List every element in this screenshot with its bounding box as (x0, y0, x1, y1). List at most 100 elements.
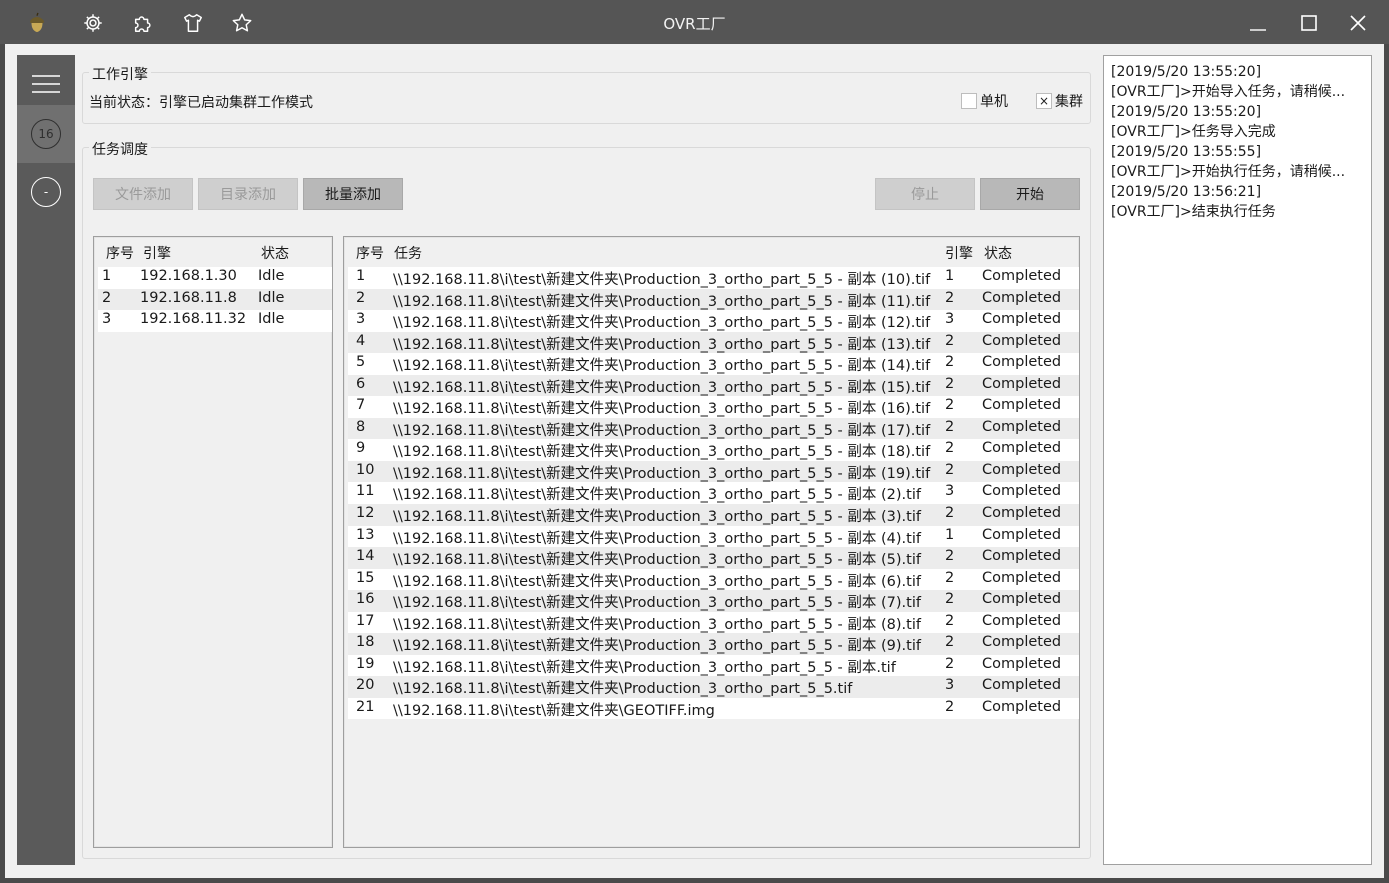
table-row[interactable]: 6 \\192.168.11.8\i\test\新建文件夹\Production_… (348, 374, 1079, 397)
row-engine: 2 (945, 332, 955, 349)
row-index: 7 (356, 397, 366, 414)
table-row[interactable]: 11 \\192.168.11.8\i\test\新建文件夹\Production… (348, 482, 1079, 505)
row-task-path: \\192.168.11.8\i\test\新建文件夹\Production_3… (393, 315, 931, 332)
row-engine-ip: 192.168.11.8 (140, 289, 237, 306)
row-status: Idle (258, 289, 285, 306)
title-bar: OVR工厂 (0, 0, 1389, 44)
col-header-index[interactable]: 序号 (356, 243, 384, 263)
table-row[interactable]: 19 \\192.168.11.8\i\test\新建文件夹\Production… (348, 654, 1079, 677)
table-row[interactable]: 3 \\192.168.11.8\i\test\新建文件夹\Production_… (348, 310, 1079, 332)
table-row[interactable]: 4 \\192.168.11.8\i\test\新建文件夹\Production_… (348, 331, 1079, 354)
col-header-task[interactable]: 任务 (394, 243, 422, 263)
sidebar-item-16[interactable]: 16 (17, 105, 75, 163)
col-header-index[interactable]: 序号 (106, 243, 134, 263)
row-index: 12 (356, 505, 375, 522)
table-row[interactable]: 1 192.168.1.30 Idle (98, 267, 332, 289)
file-add-button[interactable]: 文件添加 (93, 178, 193, 210)
col-header-engine[interactable]: 引擎 (945, 243, 973, 263)
stop-button[interactable]: 停止 (875, 178, 975, 210)
log-line: [OVR工厂]>开始导入任务，请稍候... (1111, 84, 1346, 100)
table-row[interactable]: 7 \\192.168.11.8\i\test\新建文件夹\Production_… (348, 396, 1079, 418)
row-engine: 2 (945, 612, 955, 629)
scheduler-group-title: 任务调度 (89, 139, 151, 159)
row-status: Completed (982, 311, 1062, 328)
row-engine: 2 (945, 461, 955, 478)
row-status: Idle (258, 268, 285, 284)
tasks-table-header: 序号 任务 引擎 状态 (344, 237, 1079, 267)
engines-table[interactable]: 序号 引擎 状态 1 192.168.1.30 Idle 2 192.168.11.8 I… (93, 236, 333, 848)
batch-add-button[interactable]: 批量添加 (303, 178, 403, 210)
single-checkbox-label: 单机 (980, 94, 1008, 110)
col-header-status[interactable]: 状态 (984, 243, 1012, 263)
table-row[interactable]: 12 \\192.168.11.8\i\test\新建文件夹\Production… (348, 504, 1079, 526)
table-row[interactable]: 2 \\192.168.11.8\i\test\新建文件夹\Production_… (348, 288, 1079, 311)
tasks-table-body: 1 \\192.168.11.8\i\test\新建文件夹\Production_… (348, 267, 1079, 720)
minimize-icon[interactable] (1238, 8, 1278, 38)
row-index: 20 (356, 677, 375, 694)
col-header-engine[interactable]: 引擎 (143, 243, 171, 263)
row-index: 14 (356, 548, 375, 565)
row-status: Completed (982, 440, 1062, 457)
table-row[interactable]: 20 \\192.168.11.8\i\test\新建文件夹\Production… (348, 676, 1079, 698)
row-engine-ip: 192.168.11.32 (140, 311, 247, 328)
row-engine: 2 (945, 440, 955, 457)
row-index: 11 (356, 483, 375, 500)
table-row[interactable]: 17 \\192.168.11.8\i\test\新建文件夹\Production… (348, 611, 1079, 634)
col-header-status[interactable]: 状态 (261, 243, 289, 263)
row-engine-ip: 192.168.1.30 (140, 268, 237, 284)
row-status: Completed (982, 612, 1062, 629)
row-task-path: \\192.168.11.8\i\test\新建文件夹\Production_3… (393, 530, 921, 547)
table-row[interactable]: 14 \\192.168.11.8\i\test\新建文件夹\Production… (348, 547, 1079, 569)
sidebar-item-dash[interactable]: - (17, 163, 75, 221)
table-row[interactable]: 8 \\192.168.11.8\i\test\新建文件夹\Production_… (348, 417, 1079, 440)
log-line: [2019/5/20 13:55:55] (1111, 144, 1262, 160)
row-index: 2 (356, 289, 366, 306)
row-engine: 2 (945, 354, 955, 371)
close-icon[interactable] (1338, 8, 1378, 38)
row-status: Completed (982, 548, 1062, 565)
log-line: [2019/5/20 13:55:20] (1111, 104, 1262, 120)
table-row[interactable]: 9 \\192.168.11.8\i\test\新建文件夹\Production_… (348, 439, 1079, 461)
table-row[interactable]: 16 \\192.168.11.8\i\test\新建文件夹\Production… (348, 590, 1079, 612)
row-index: 15 (356, 569, 375, 586)
row-index: 21 (356, 698, 375, 715)
log-panel[interactable]: [2019/5/20 13:55:20] [OVR工厂]>开始导入任务，请稍候..… (1103, 55, 1372, 865)
table-row[interactable]: 1 \\192.168.11.8\i\test\新建文件夹\Production_… (348, 267, 1079, 289)
row-status: Completed (982, 505, 1062, 522)
maximize-icon[interactable] (1289, 8, 1329, 38)
cluster-checkbox-box[interactable]: × (1036, 93, 1052, 109)
table-row[interactable]: 3 192.168.11.32 Idle (98, 310, 332, 332)
row-engine: 1 (945, 268, 955, 284)
row-index: 10 (356, 461, 375, 478)
table-row[interactable]: 2 192.168.11.8 Idle (98, 288, 332, 311)
row-engine: 2 (945, 418, 955, 435)
client-area: 16 - 工作引擎 当前状态：引擎已启动集群工作模式 单机 × 集群 任务调度 … (5, 44, 1384, 878)
row-status: Completed (982, 354, 1062, 371)
row-task-path: \\192.168.11.8\i\test\新建文件夹\Production_3… (393, 552, 921, 569)
row-index: 18 (356, 634, 375, 651)
row-status: Completed (982, 526, 1062, 543)
row-task-path: \\192.168.11.8\i\test\新建文件夹\Production_3… (393, 487, 921, 504)
row-task-path: \\192.168.11.8\i\test\新建文件夹\Production_3… (393, 595, 921, 612)
tasks-table[interactable]: 序号 任务 引擎 状态 1 \\192.168.11.8\i\test\新建文件夹… (343, 236, 1080, 848)
row-index: 13 (356, 526, 375, 543)
badge-dash-icon: - (31, 177, 61, 207)
row-index: 4 (356, 332, 366, 349)
table-row[interactable]: 15 \\192.168.11.8\i\test\新建文件夹\Production… (348, 568, 1079, 591)
table-row[interactable]: 13 \\192.168.11.8\i\test\新建文件夹\Production… (348, 525, 1079, 548)
log-line: [OVR工厂]>结束执行任务 (1111, 204, 1276, 220)
dir-add-button[interactable]: 目录添加 (198, 178, 298, 210)
row-engine: 2 (945, 548, 955, 565)
table-row[interactable]: 10 \\192.168.11.8\i\test\新建文件夹\Production… (348, 460, 1079, 483)
single-mode-checkbox[interactable]: 单机 (961, 91, 1008, 111)
badge-16-icon: 16 (31, 119, 61, 149)
cluster-mode-checkbox[interactable]: × 集群 (1036, 91, 1083, 111)
single-checkbox-box[interactable] (961, 93, 977, 109)
start-button[interactable]: 开始 (980, 178, 1080, 210)
table-row[interactable]: 18 \\192.168.11.8\i\test\新建文件夹\Production… (348, 633, 1079, 655)
row-engine: 3 (945, 483, 955, 500)
table-row[interactable]: 21 \\192.168.11.8\i\test\新建文件夹\GEOTIFF.im… (348, 697, 1079, 720)
row-status: Completed (982, 634, 1062, 651)
row-engine: 2 (945, 505, 955, 522)
table-row[interactable]: 5 \\192.168.11.8\i\test\新建文件夹\Production_… (348, 353, 1079, 375)
